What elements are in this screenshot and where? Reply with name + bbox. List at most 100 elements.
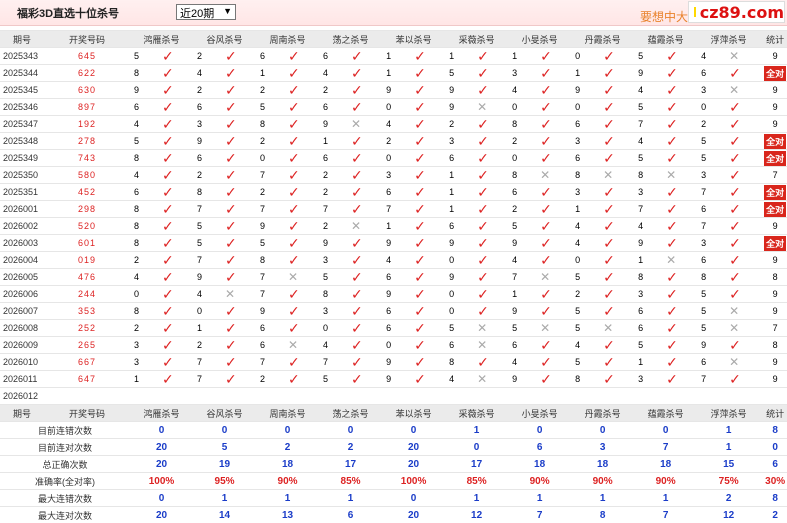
check-mark-icon: ✓ bbox=[603, 235, 615, 251]
cross-mark-icon: ✕ bbox=[666, 168, 676, 182]
period-cell: 2025350 bbox=[0, 167, 44, 184]
summary-value: 85% bbox=[319, 473, 382, 490]
check-icon: ✓ bbox=[666, 303, 697, 320]
check-icon: ✓ bbox=[351, 286, 382, 303]
kill-value-cell: 3 bbox=[697, 235, 729, 252]
check-icon: ✓ bbox=[540, 252, 571, 269]
check-icon: ✓ bbox=[603, 184, 634, 201]
check-icon: ✓ bbox=[477, 269, 508, 286]
kill-value-cell: 1 bbox=[193, 320, 225, 337]
current-kill-spacer bbox=[162, 388, 193, 405]
kill-value-cell: 5 bbox=[319, 269, 351, 286]
current-kill-spacer bbox=[351, 388, 382, 405]
check-mark-icon: ✓ bbox=[351, 252, 363, 268]
table-row: 20253471924✓3✓8✓9✕4✓2✓8✓6✓7✓2✓9 bbox=[0, 116, 787, 133]
summary-value: 0 bbox=[571, 422, 634, 439]
check-icon: ✓ bbox=[225, 48, 256, 65]
kill-value-cell: 9 bbox=[382, 82, 414, 99]
check-icon: ✓ bbox=[666, 99, 697, 116]
check-mark-icon: ✓ bbox=[225, 48, 237, 64]
kill-value-cell: 5 bbox=[445, 320, 477, 337]
check-icon: ✓ bbox=[666, 371, 697, 388]
kill-value-cell: 0 bbox=[445, 252, 477, 269]
kill-value-cell: 6 bbox=[508, 337, 540, 354]
column-header: 开奖号码 bbox=[44, 405, 130, 422]
cross-icon: ✕ bbox=[729, 82, 760, 99]
kill-value-cell: 8 bbox=[319, 286, 351, 303]
kill-value-cell: 5 bbox=[193, 235, 225, 252]
table-row: 20253514526✓8✓2✓2✓6✓1✓6✓3✓3✓7✓全对 bbox=[0, 184, 787, 201]
check-icon: ✓ bbox=[414, 269, 445, 286]
check-mark-icon: ✓ bbox=[225, 99, 237, 115]
check-mark-icon: ✓ bbox=[288, 48, 300, 64]
check-icon: ✓ bbox=[225, 354, 256, 371]
check-icon: ✓ bbox=[288, 354, 319, 371]
current-kill-spacer bbox=[603, 388, 634, 405]
check-icon: ✓ bbox=[414, 167, 445, 184]
check-icon: ✓ bbox=[351, 303, 382, 320]
kill-value-cell: 7 bbox=[697, 218, 729, 235]
period-select[interactable]: 近20期 ▼ bbox=[176, 4, 236, 20]
summary-value: 20 bbox=[130, 507, 193, 523]
kill-value-cell: 6 bbox=[445, 218, 477, 235]
check-mark-icon: ✓ bbox=[540, 201, 552, 217]
table-row: 20253446228✓4✓1✓4✓1✓5✓3✓1✓9✓6✓全对 bbox=[0, 65, 787, 82]
check-mark-icon: ✓ bbox=[729, 337, 741, 353]
site-logo[interactable]: cz89.com bbox=[688, 1, 785, 23]
check-mark-icon: ✓ bbox=[666, 218, 678, 234]
kill-value-cell: 5 bbox=[697, 150, 729, 167]
kill-value-cell: 1 bbox=[508, 286, 540, 303]
check-mark-icon: ✓ bbox=[162, 48, 174, 64]
summary-value: 18 bbox=[571, 456, 634, 473]
check-mark-icon: ✓ bbox=[414, 218, 426, 234]
check-icon: ✓ bbox=[351, 354, 382, 371]
check-mark-icon: ✓ bbox=[729, 371, 741, 387]
kill-value-cell: 6 bbox=[571, 150, 603, 167]
kill-value-cell: 2 bbox=[256, 184, 288, 201]
stat-cell: 8 bbox=[760, 337, 787, 354]
check-icon: ✓ bbox=[414, 184, 445, 201]
chevron-down-icon: ▼ bbox=[223, 6, 232, 16]
all-correct-badge: 全对 bbox=[764, 134, 786, 149]
check-icon: ✓ bbox=[225, 167, 256, 184]
summary-value: 30% bbox=[760, 473, 787, 490]
all-correct-badge: 全对 bbox=[764, 66, 786, 81]
summary-value: 6 bbox=[508, 439, 571, 456]
check-mark-icon: ✓ bbox=[162, 82, 174, 98]
check-mark-icon: ✓ bbox=[288, 354, 300, 370]
kill-value-cell: 1 bbox=[382, 65, 414, 82]
kill-value-cell: 9 bbox=[193, 269, 225, 286]
check-mark-icon: ✓ bbox=[729, 218, 741, 234]
check-mark-icon: ✓ bbox=[666, 184, 678, 200]
check-mark-icon: ✓ bbox=[414, 252, 426, 268]
check-mark-icon: ✓ bbox=[162, 252, 174, 268]
check-mark-icon: ✓ bbox=[540, 99, 552, 115]
draw-number-cell: 192 bbox=[44, 116, 130, 133]
summary-value: 75% bbox=[697, 473, 760, 490]
kill-value-cell: 9 bbox=[445, 82, 477, 99]
check-icon: ✓ bbox=[729, 133, 760, 150]
kill-value-cell: 7 bbox=[256, 354, 288, 371]
cross-icon: ✕ bbox=[288, 337, 319, 354]
table-row: 20253505804✓2✓7✓2✓3✓1✓8✕8✕8✕3✓7 bbox=[0, 167, 787, 184]
draw-number-cell: 580 bbox=[44, 167, 130, 184]
all-correct-badge: 全对 bbox=[764, 185, 786, 200]
check-icon: ✓ bbox=[540, 116, 571, 133]
check-icon: ✓ bbox=[477, 65, 508, 82]
kill-value-cell: 7 bbox=[697, 371, 729, 388]
kill-value-cell: 8 bbox=[634, 167, 666, 184]
check-icon: ✓ bbox=[540, 354, 571, 371]
column-header: 小旻杀号 bbox=[508, 31, 571, 48]
promo-text[interactable]: 要想中大 bbox=[640, 8, 688, 25]
kill-value-cell: 6 bbox=[382, 303, 414, 320]
column-header: 荡之杀号 bbox=[319, 31, 382, 48]
check-icon: ✓ bbox=[540, 150, 571, 167]
column-header: 采薇杀号 bbox=[445, 31, 508, 48]
kill-value-cell: 6 bbox=[256, 48, 288, 65]
kill-value-cell: 4 bbox=[508, 252, 540, 269]
table-row: 20260036018✓5✓5✓9✓9✓9✓9✓4✓9✓3✓全对 bbox=[0, 235, 787, 252]
current-kill-value: 2 bbox=[193, 388, 225, 405]
kill-value-cell: 6 bbox=[193, 99, 225, 116]
check-mark-icon: ✓ bbox=[729, 184, 741, 200]
kill-value-cell: 2 bbox=[319, 82, 351, 99]
